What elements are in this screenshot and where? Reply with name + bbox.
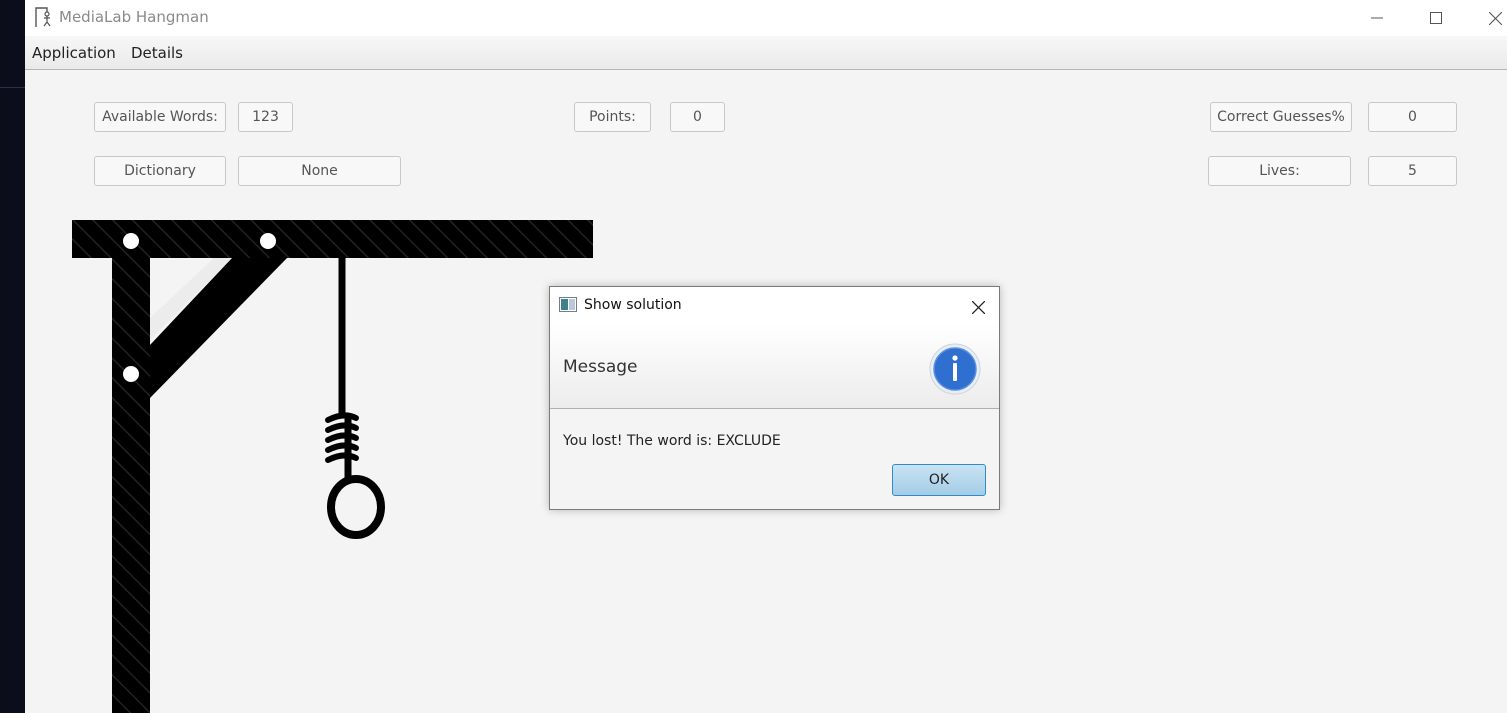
window-title: MediaLab Hangman xyxy=(59,8,209,26)
menu-bar: Application Details xyxy=(25,36,1507,70)
desktop-background xyxy=(0,0,25,713)
dialog-titlebar[interactable]: Show solution xyxy=(550,287,999,324)
points-label: Points: xyxy=(574,102,651,132)
gallows-image xyxy=(72,220,593,713)
app-window: MediaLab Hangman Application Details Ava… xyxy=(25,0,1507,713)
window-titlebar[interactable]: MediaLab Hangman xyxy=(25,0,1507,36)
maximize-icon xyxy=(1430,12,1442,24)
maximize-button[interactable] xyxy=(1413,0,1459,36)
desktop-divider xyxy=(0,87,25,88)
menu-details[interactable]: Details xyxy=(131,44,183,62)
available-words-label: Available Words: xyxy=(94,102,226,132)
close-icon xyxy=(1488,11,1502,25)
correct-guesses-value: 0 xyxy=(1368,102,1457,132)
dialog-message: You lost! The word is: EXCLUDE xyxy=(563,433,781,449)
info-icon xyxy=(929,343,981,399)
dialog-header: Message xyxy=(550,324,999,409)
dialog-title: Show solution xyxy=(584,297,682,313)
dialog-window-icon xyxy=(559,297,577,316)
lives-label: Lives: xyxy=(1208,156,1351,186)
lives-value: 5 xyxy=(1368,156,1457,186)
menu-application[interactable]: Application xyxy=(32,44,116,62)
dialog-header-text: Message xyxy=(563,357,638,377)
dictionary-label: Dictionary xyxy=(94,156,226,186)
correct-guesses-label: Correct Guesses% xyxy=(1210,102,1352,132)
dictionary-value: None xyxy=(238,156,401,186)
show-solution-dialog: Show solution Message You lost! The word… xyxy=(549,286,1000,510)
dialog-close-button[interactable] xyxy=(971,299,986,318)
close-button[interactable] xyxy=(1472,0,1507,36)
hangman-app-icon xyxy=(34,6,54,28)
available-words-value: 123 xyxy=(238,102,293,132)
close-icon xyxy=(971,300,986,315)
points-value: 0 xyxy=(670,102,725,132)
minimize-button[interactable] xyxy=(1354,0,1400,36)
ok-button[interactable]: OK xyxy=(892,464,986,496)
minimize-icon xyxy=(1371,17,1383,19)
